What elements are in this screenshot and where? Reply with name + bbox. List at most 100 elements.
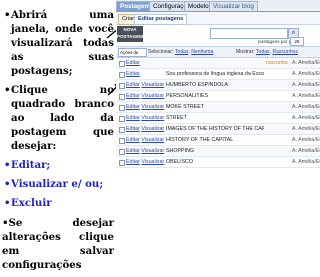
post-author: A. Amélia/Eu: [292, 115, 320, 121]
new-post-button[interactable]: NOVA POSTAGEM: [117, 26, 143, 42]
post-title: HISTORY OF THE CAPITAL: [166, 137, 234, 143]
post-checkbox[interactable]: [119, 105, 125, 111]
post-title: PERSONALITIES: [166, 93, 209, 99]
note-text: Clique no quadrado branco ao lado da pos…: [11, 84, 114, 152]
note-text: Excluir: [11, 197, 52, 209]
view-link[interactable]: Visualizar: [141, 115, 164, 121]
post-checkbox[interactable]: [119, 127, 125, 133]
post-author: A. Amélia/Eu: [292, 71, 320, 77]
view-link[interactable]: Visualizar: [141, 148, 164, 154]
subtab-editar-postagens[interactable]: Editar postagens: [134, 14, 188, 25]
note-view: • Visualizar e/ ou;: [2, 177, 114, 191]
post-row: Editar rascunho A. Amélia/Eu: [116, 58, 320, 69]
filter-label: Mostrar:: [236, 49, 255, 55]
search-icon: ⌕: [291, 30, 296, 36]
view-link[interactable]: Visualizar: [141, 126, 164, 132]
edit-link[interactable]: Editar: [126, 126, 140, 132]
posts-list: Editar rascunho A. Amélia/Eu Editar Sou …: [116, 58, 320, 168]
post-author: A. Amélia/Eu: [292, 60, 320, 66]
post-checkbox[interactable]: [119, 138, 125, 144]
post-checkbox[interactable]: [119, 149, 125, 155]
label-actions-select[interactable]: Ações de rótulo: [118, 48, 147, 62]
view-link[interactable]: Visualizar: [141, 93, 164, 99]
bullet: •: [4, 84, 11, 96]
note-text: Se desejar alterações clique em salvar c…: [2, 217, 114, 271]
post-author: A. Amélia/Eu: [292, 82, 320, 88]
edit-link[interactable]: Editar: [126, 60, 140, 66]
post-links: Editar: [126, 69, 140, 79]
select-label: Selecionar:: [148, 49, 174, 55]
edit-link[interactable]: Editar: [126, 104, 140, 110]
post-links: Editar Visualizar: [126, 146, 164, 156]
post-title: STREET: [166, 115, 187, 121]
post-title: IMAGES OF THE HISTORY OF THE CAPITAL: [166, 126, 264, 132]
post-title: Sou professora de língua inglesa da Esco…: [166, 71, 264, 77]
select-controls: Selecionar: Todas, Nenhuma: [148, 49, 214, 55]
note-text: Abrirá uma janela, onde você visualizará…: [11, 9, 114, 77]
select-all-link[interactable]: Todas: [175, 49, 189, 55]
post-row: Editar Visualizar PERSONALITIES A. Améli…: [116, 91, 320, 102]
edit-link[interactable]: Editar: [126, 148, 140, 154]
post-author: A. Amélia/Eu: [292, 126, 320, 132]
post-checkbox[interactable]: [119, 72, 125, 78]
sub-tabs: Criar Editar postagens: [116, 12, 320, 25]
view-link[interactable]: Visualizar: [141, 82, 164, 88]
bullet: •: [4, 178, 11, 190]
post-row: Editar Visualizar STREET A. Amélia/Eu: [116, 113, 320, 124]
post-row: Editar Visualizar SHOPPING A. Amélia/Eu: [116, 146, 320, 157]
note-open-window: • Abrirá uma janela, onde você visualiza…: [2, 8, 114, 78]
post-checkbox[interactable]: [119, 94, 125, 100]
new-post-label-1: NOVA: [123, 27, 137, 32]
view-link[interactable]: Visualizar: [141, 104, 164, 110]
edit-link[interactable]: Editar: [126, 115, 140, 121]
post-checkbox[interactable]: [119, 160, 125, 166]
post-row: Editar Visualizar OBELISCO A. Amélia/Eu: [116, 157, 320, 168]
tab-visualizar-blog[interactable]: Visualizar blog: [209, 1, 258, 11]
post-links: Editar Visualizar: [126, 91, 164, 101]
post-links: Editar Visualizar: [126, 80, 164, 90]
post-links: Editar Visualizar: [126, 102, 164, 112]
post-links: Editar Visualizar: [126, 113, 164, 123]
post-author: A. Amélia/Eu: [292, 148, 320, 154]
edit-link[interactable]: Editar: [126, 159, 140, 165]
post-checkbox[interactable]: [119, 116, 125, 122]
per-page-select[interactable]: 25: [290, 37, 304, 46]
edit-link[interactable]: Editar: [126, 82, 140, 88]
new-post-label-2: POSTAGEM: [117, 34, 143, 39]
view-link[interactable]: Visualizar: [141, 159, 164, 165]
main-tabs: Postagem Configurações Modelo Visualizar…: [116, 0, 320, 12]
post-title: HUMBERTO ESPINDOLA: [166, 82, 228, 88]
post-title: MOKE STREET: [166, 104, 204, 110]
blogger-screenshot: Postagem Configurações Modelo Visualizar…: [116, 0, 320, 182]
instruction-notes: • Abrirá uma janela, onde você visualiza…: [2, 8, 114, 277]
post-author: A. Amélia/Eu: [292, 159, 320, 165]
note-text: Editar;: [11, 159, 51, 171]
note-edit: • Editar;: [2, 158, 114, 172]
note-click-checkbox: • Clique no quadrado branco ao lado da p…: [2, 83, 114, 153]
post-links: Editar: [126, 58, 140, 68]
post-links: Editar Visualizar: [126, 124, 164, 134]
search-input[interactable]: [210, 28, 288, 39]
filter-controls: Mostrar: Todas, Rascunhos: [236, 49, 298, 55]
post-author: A. Amélia/Eu: [292, 93, 320, 99]
edit-link[interactable]: Editar: [126, 71, 140, 77]
edit-link[interactable]: Editar: [126, 137, 140, 143]
view-link[interactable]: Visualizar: [141, 137, 164, 143]
post-row: Editar Visualizar IMAGES OF THE HISTORY …: [116, 124, 320, 135]
edit-link[interactable]: Editar: [126, 93, 140, 99]
filter-all-link[interactable]: Todas: [256, 49, 270, 55]
post-checkbox[interactable]: [119, 83, 125, 89]
note-text: Visualizar e/ ou;: [11, 178, 104, 190]
filter-drafts-link[interactable]: Rascunhos: [272, 49, 297, 55]
note-save-settings: •Se desejar alterações clique em salvar …: [2, 216, 114, 272]
bullet: •: [4, 9, 11, 21]
note-delete: • Excluir: [2, 196, 114, 210]
action-bar: Ações de rótulo Selecionar: Todas, Nenhu…: [116, 46, 320, 62]
post-author: A. Amélia/Eu: [292, 137, 320, 143]
post-checkbox[interactable]: [119, 61, 125, 67]
post-row: Editar Visualizar MOKE STREET A. Amélia/…: [116, 102, 320, 113]
select-none-link[interactable]: Nenhuma: [191, 49, 213, 55]
post-links: Editar Visualizar: [126, 135, 164, 145]
post-title: SHOPPING: [166, 148, 194, 154]
post-status: rascunho: [266, 60, 288, 66]
